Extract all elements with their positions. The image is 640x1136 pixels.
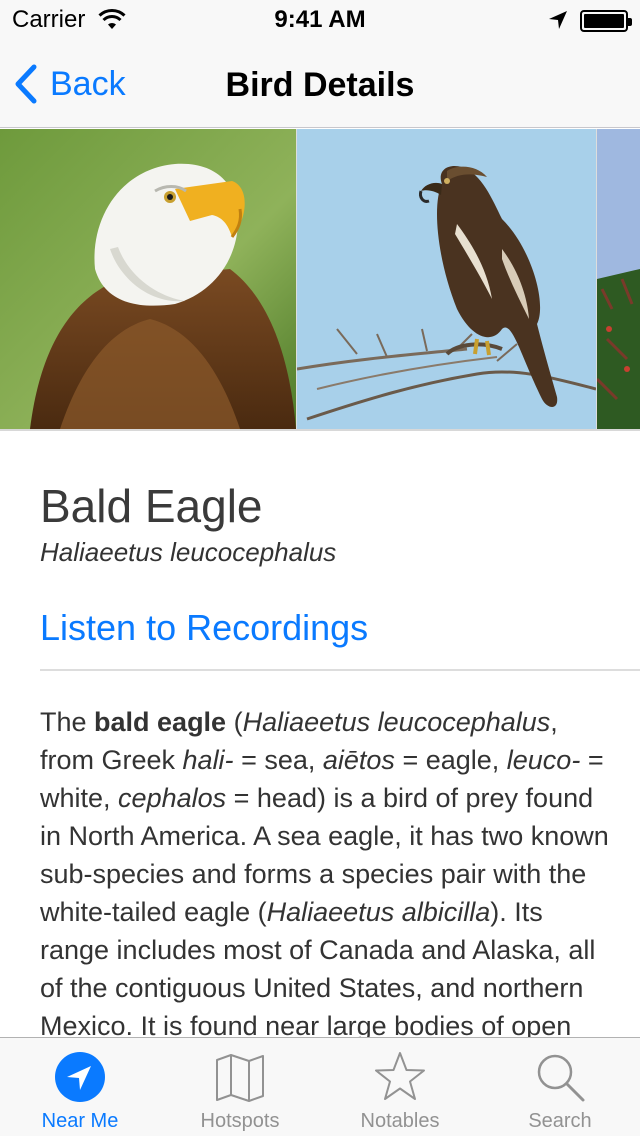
search-icon: [537, 1054, 585, 1102]
bird-details-content[interactable]: Bald Eagle Haliaeetus leucocephalus List…: [0, 431, 640, 1037]
location-arrow-icon: [55, 1052, 105, 1102]
battery-icon: [580, 10, 632, 32]
photo-gallery[interactable]: [0, 129, 640, 429]
tab-label: Search: [528, 1110, 592, 1132]
star-icon: [375, 1052, 425, 1100]
listen-recordings-link[interactable]: Listen to Recordings: [40, 607, 368, 649]
map-icon: [216, 1054, 264, 1102]
status-time: 9:41 AM: [274, 6, 366, 33]
bird-common-name: Bald Eagle: [40, 480, 263, 532]
bald-eagle-adult-photo[interactable]: [0, 129, 296, 429]
bird-description: The bald eagle (Haliaeetus leucocephalus…: [40, 707, 609, 1037]
bird-scientific-name: Haliaeetus leucocephalus: [40, 537, 337, 567]
tab-hotspots[interactable]: Hotspots: [160, 1038, 320, 1136]
status-bar: Carrier 9:41 AM: [0, 0, 640, 40]
section-divider: [40, 669, 640, 671]
tab-label: Hotspots: [200, 1110, 280, 1132]
location-services-icon: [549, 11, 567, 29]
tab-notables[interactable]: Notables: [320, 1038, 480, 1136]
tab-search[interactable]: Search: [480, 1038, 640, 1136]
tab-label: Near Me: [41, 1110, 119, 1132]
bald-eagle-juvenile-photo[interactable]: [297, 129, 596, 429]
tab-label: Notables: [360, 1110, 440, 1132]
navigation-bar: Back Bird Details: [0, 40, 640, 128]
page-title: Bird Details: [225, 66, 415, 104]
partial-photo[interactable]: [597, 129, 640, 429]
tab-bar: Near Me Hotspots Notables Search: [0, 1037, 640, 1136]
tab-near-me[interactable]: Near Me: [0, 1038, 160, 1136]
